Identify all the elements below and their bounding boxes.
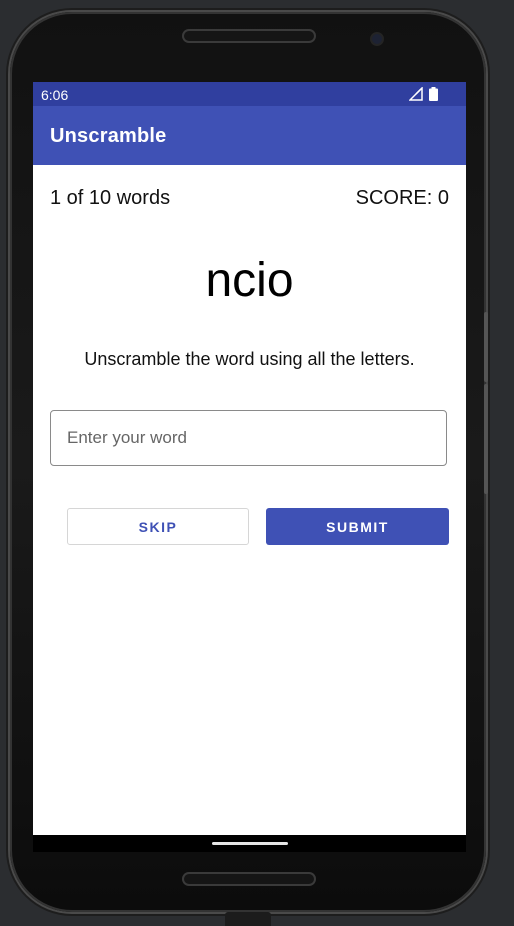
top-speaker: [182, 29, 316, 43]
power-button[interactable]: [484, 312, 488, 382]
bottom-speaker: [182, 872, 316, 886]
app-title: Unscramble: [50, 125, 167, 147]
signal-icon: [408, 86, 423, 104]
submit-button[interactable]: SUBMIT: [266, 508, 449, 545]
status-icons: [408, 86, 438, 104]
skip-button[interactable]: SKIP: [67, 508, 249, 545]
emulator-bottom-tab: [225, 912, 271, 926]
navigation-bar: [33, 835, 466, 852]
game-content: 1 of 10 words SCORE: 0 ncio Unscramble t…: [33, 165, 466, 835]
battery-icon: [429, 87, 438, 104]
scrambled-word: ncio: [205, 254, 294, 307]
emulator-stage: 6:06 Unscramble 1 of 10 words SCORE: 0 n…: [0, 0, 514, 926]
word-input[interactable]: [51, 411, 446, 465]
volume-button[interactable]: [484, 384, 488, 494]
home-gesture-handle[interactable]: [212, 842, 288, 845]
word-input-container: [50, 410, 447, 466]
app-bar: Unscramble: [33, 106, 466, 165]
status-bar: 6:06: [33, 82, 466, 106]
score-label: SCORE: 0: [355, 187, 449, 209]
instructions-text: Unscramble the word using all the letter…: [84, 349, 415, 369]
phone-screen: 6:06 Unscramble 1 of 10 words SCORE: 0 n…: [33, 82, 466, 852]
front-camera: [372, 34, 382, 44]
word-count: 1 of 10 words: [50, 187, 171, 209]
status-time: 6:06: [41, 87, 69, 103]
